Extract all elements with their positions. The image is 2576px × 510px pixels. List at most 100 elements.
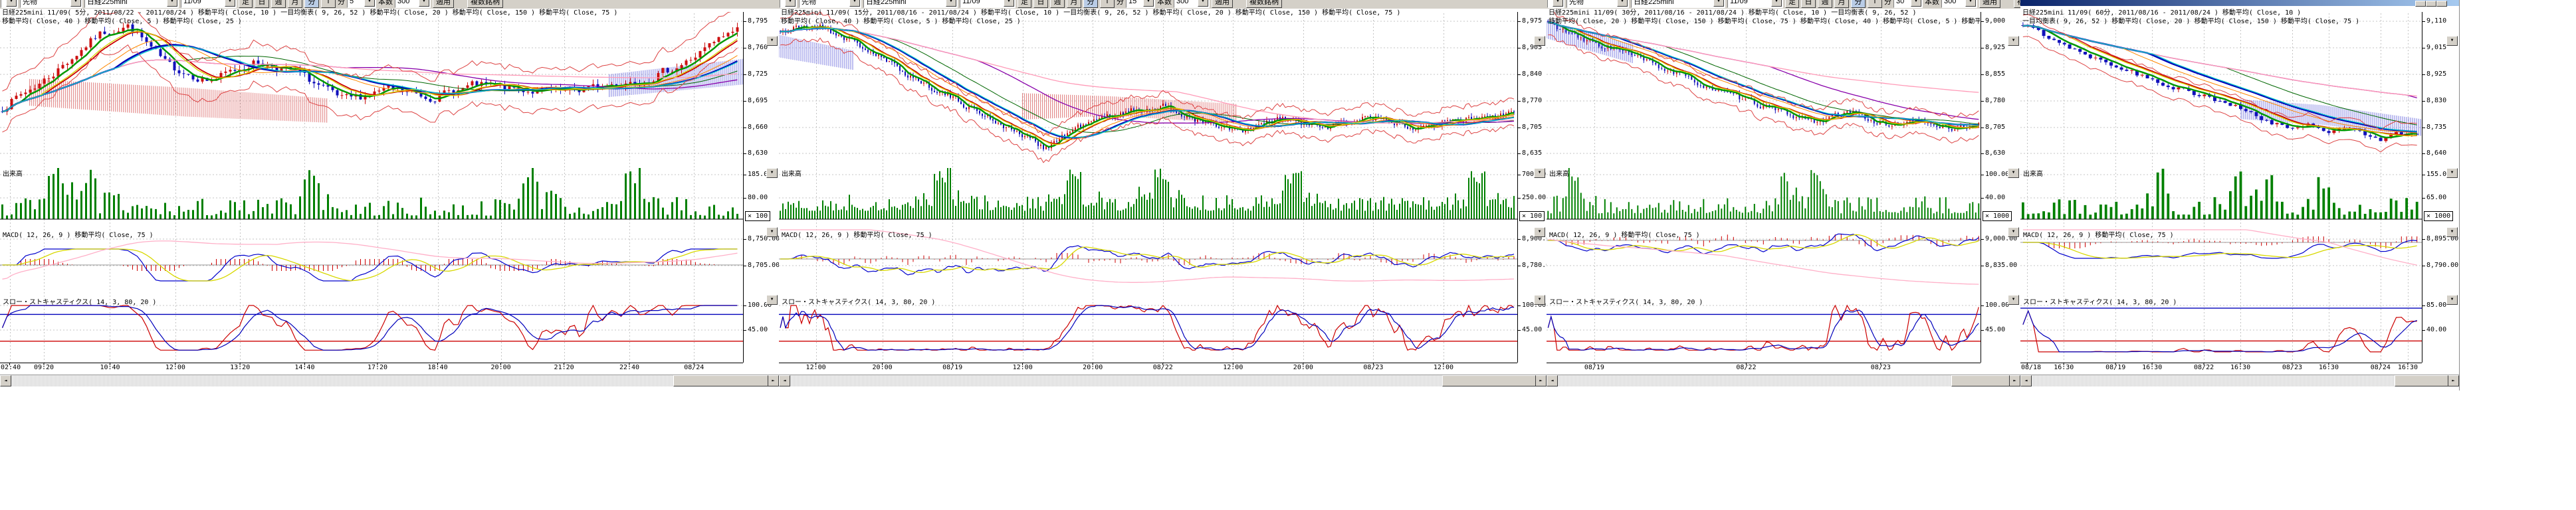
pane-scale-dropdown-icon[interactable]: ▼ (2008, 227, 2019, 237)
chart-plot-area[interactable] (1547, 0, 2020, 372)
spinner-arrows-icon[interactable]: ▼ (364, 0, 375, 7)
period-button-2[interactable]: 月 (1067, 0, 1081, 8)
symbol-combo[interactable]: 日経225mini▼ (1631, 0, 1725, 8)
contract-combo[interactable]: 11/09▼ (181, 0, 237, 8)
spinner-arrows-icon[interactable]: ▼ (1911, 0, 1921, 7)
ashi-button[interactable]: 足 (239, 0, 253, 8)
chart-plot-area[interactable] (779, 0, 1547, 372)
symbol-combo[interactable]: 日経225mini▼ (84, 0, 179, 8)
chart-type-combo[interactable]: ▼ (1, 0, 18, 8)
bars-spinner[interactable]: 300▼ (1174, 0, 1210, 8)
chart-type-combo[interactable]: ▼ (1547, 0, 1564, 8)
period-button-2[interactable]: 月 (1834, 0, 1849, 8)
symbol-combo[interactable]: 日経225mini▼ (863, 0, 958, 8)
scroll-right-icon[interactable]: ► (2009, 375, 2020, 386)
caption-button[interactable] (2426, 1, 2436, 7)
pane-scale-dropdown-icon[interactable]: ▼ (766, 36, 778, 46)
minute-spinner[interactable]: 15▼ (1126, 0, 1155, 8)
dropdown-icon[interactable]: ▼ (167, 0, 177, 7)
scrollbar-thumb[interactable] (2395, 375, 2448, 386)
window-titlebar[interactable] (2020, 0, 2459, 6)
bars-spinner[interactable]: 300▼ (395, 0, 431, 8)
pane-scale-dropdown-icon[interactable]: ▼ (1534, 227, 1545, 237)
period-button-4[interactable]: T (321, 0, 336, 8)
multi-symbol-button[interactable]: 複数銘柄 (2014, 0, 2020, 8)
dropdown-icon[interactable]: ▼ (225, 0, 235, 7)
period-button-0[interactable]: 日 (1033, 0, 1048, 8)
horizontal-scrollbar[interactable]: ◄► (1547, 375, 2020, 386)
period-button-1[interactable]: 週 (1050, 0, 1065, 8)
scroll-right-icon[interactable]: ► (2448, 375, 2459, 386)
scrollbar-thumb[interactable] (1442, 375, 1536, 386)
chart-plot-area[interactable] (0, 0, 779, 372)
pane-scale-dropdown-icon[interactable]: ▼ (2008, 168, 2019, 178)
period-button-4[interactable]: T (1100, 0, 1115, 8)
dropdown-icon[interactable]: ▼ (1004, 0, 1014, 7)
minute-spinner[interactable]: 5▼ (347, 0, 376, 8)
apply-button[interactable]: 適用 (1979, 0, 2000, 8)
spinner-arrows-icon[interactable]: ▼ (1965, 0, 1976, 7)
scroll-right-icon[interactable]: ► (1535, 375, 1547, 386)
dropdown-icon[interactable]: ▼ (6, 0, 17, 7)
pane-scale-dropdown-icon[interactable]: ▼ (1534, 168, 1545, 178)
period-button-3[interactable]: 分 (304, 0, 319, 8)
minute-spinner[interactable]: 30▼ (1893, 0, 1923, 8)
market-combo[interactable]: 先物▼ (20, 0, 82, 8)
period-button-3[interactable]: 分 (1083, 0, 1098, 8)
period-button-1[interactable]: 週 (271, 0, 286, 8)
ashi-button[interactable]: 足 (1785, 0, 1799, 8)
pane-scale-dropdown-icon[interactable]: ▼ (2446, 168, 2458, 178)
dropdown-icon[interactable]: ▼ (785, 0, 796, 7)
period-button-1[interactable]: 週 (1818, 0, 1832, 8)
pane-scale-dropdown-icon[interactable]: ▼ (2008, 295, 2019, 305)
multi-symbol-button[interactable]: 複数銘柄 (1246, 0, 1282, 8)
scrollbar-thumb[interactable] (1951, 375, 2010, 386)
period-button-0[interactable]: 日 (255, 0, 269, 8)
spinner-arrows-icon[interactable]: ▼ (1143, 0, 1154, 7)
horizontal-scrollbar[interactable]: ◄► (2020, 375, 2459, 386)
scroll-left-icon[interactable]: ◄ (0, 375, 11, 386)
caption-button[interactable] (2436, 1, 2447, 7)
bars-spinner[interactable]: 300▼ (1941, 0, 1977, 8)
pane-scale-dropdown-icon[interactable]: ▼ (2446, 295, 2458, 305)
pane-scale-dropdown-icon[interactable]: ▼ (1534, 295, 1545, 305)
dropdown-icon[interactable]: ▼ (1553, 0, 1563, 7)
scrollbar-thumb[interactable] (673, 375, 768, 386)
dropdown-icon[interactable]: ▼ (70, 0, 81, 7)
contract-combo[interactable]: 11/09▼ (960, 0, 1016, 8)
market-combo[interactable]: 先物▼ (799, 0, 861, 8)
period-button-0[interactable]: 日 (1801, 0, 1816, 8)
market-combo[interactable]: 先物▼ (1566, 0, 1629, 8)
scroll-left-icon[interactable]: ◄ (1547, 375, 1558, 386)
period-button-2[interactable]: 月 (288, 0, 302, 8)
dropdown-icon[interactable]: ▼ (1713, 0, 1724, 7)
pane-scale-dropdown-icon[interactable]: ▼ (766, 227, 778, 237)
spinner-arrows-icon[interactable]: ▼ (419, 0, 429, 7)
ashi-button[interactable]: 足 (1018, 0, 1031, 8)
pane-scale-dropdown-icon[interactable]: ▼ (2446, 227, 2458, 237)
contract-combo[interactable]: 11/09▼ (1727, 0, 1783, 8)
caption-button[interactable] (2415, 1, 2426, 7)
dropdown-icon[interactable]: ▼ (1771, 0, 1782, 7)
apply-button[interactable]: 適用 (1212, 0, 1233, 8)
spinner-arrows-icon[interactable]: ▼ (1198, 0, 1208, 7)
dropdown-icon[interactable]: ▼ (849, 0, 860, 7)
apply-button[interactable]: 適用 (433, 0, 454, 8)
pane-scale-dropdown-icon[interactable]: ▼ (1534, 36, 1545, 46)
period-button-3[interactable]: 分 (1851, 0, 1866, 8)
dropdown-icon[interactable]: ▼ (1617, 0, 1628, 7)
dropdown-icon[interactable]: ▼ (946, 0, 956, 7)
multi-symbol-button[interactable]: 複数銘柄 (467, 0, 503, 8)
pane-scale-dropdown-icon[interactable]: ▼ (766, 295, 778, 305)
pane-scale-dropdown-icon[interactable]: ▼ (766, 168, 778, 178)
chart-type-combo[interactable]: ▼ (780, 0, 797, 8)
period-button-4[interactable]: T (1868, 0, 1882, 8)
horizontal-scrollbar[interactable]: ◄► (779, 375, 1547, 386)
scroll-right-icon[interactable]: ► (768, 375, 779, 386)
horizontal-scrollbar[interactable]: ◄► (0, 375, 779, 386)
scroll-left-icon[interactable]: ◄ (2020, 375, 2032, 386)
chart-plot-area[interactable] (2020, 0, 2459, 372)
scroll-left-icon[interactable]: ◄ (779, 375, 790, 386)
pane-scale-dropdown-icon[interactable]: ▼ (2446, 36, 2458, 46)
pane-scale-dropdown-icon[interactable]: ▼ (2008, 36, 2019, 46)
